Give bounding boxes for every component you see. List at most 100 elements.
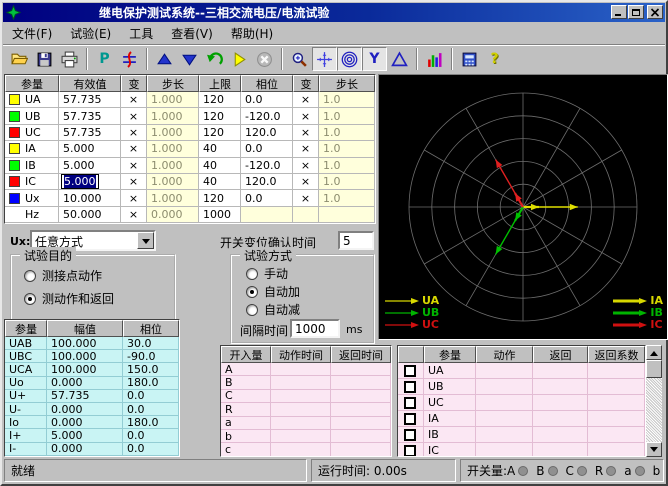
minimize-button[interactable] bbox=[611, 5, 627, 19]
vary2-cell[interactable]: × bbox=[293, 174, 319, 190]
param-row-Hz[interactable]: Hz 50.000 × 0.000 1000 bbox=[5, 207, 375, 223]
wye-button[interactable]: Y bbox=[362, 47, 387, 71]
decrease-button[interactable] bbox=[177, 47, 202, 71]
undo-button[interactable] bbox=[202, 47, 227, 71]
step2-cell[interactable]: 1.0 bbox=[319, 174, 375, 190]
step2-cell[interactable]: 1.0 bbox=[319, 190, 375, 206]
limit-cell[interactable]: 120 bbox=[199, 92, 241, 108]
step2-cell[interactable]: 1.0 bbox=[319, 158, 375, 174]
confirm-time-input[interactable]: 5 bbox=[338, 231, 374, 250]
value-edit-box[interactable]: 5.000 bbox=[61, 174, 99, 189]
scroll-up-button[interactable] bbox=[646, 345, 662, 360]
rms-cell[interactable]: 50.000 bbox=[59, 207, 121, 223]
radio-manual[interactable]: 手动 bbox=[246, 265, 288, 282]
phase-cell[interactable]: 0.0 bbox=[241, 141, 293, 157]
limit-cell[interactable]: 120 bbox=[199, 190, 241, 206]
phase-cell[interactable]: 120.0 bbox=[241, 125, 293, 141]
vary-cell[interactable]: × bbox=[121, 125, 147, 141]
menu-help[interactable]: 帮助(H) bbox=[222, 23, 282, 44]
limit-cell[interactable]: 120 bbox=[199, 125, 241, 141]
vary-cell[interactable]: × bbox=[121, 207, 147, 223]
rms-cell[interactable]: 57.735 bbox=[59, 108, 121, 124]
rms-cell[interactable]: 57.735 bbox=[59, 125, 121, 141]
limit-cell[interactable]: 40 bbox=[199, 174, 241, 190]
chevron-down-icon[interactable] bbox=[137, 232, 154, 249]
help-button[interactable]: ? bbox=[482, 47, 507, 71]
close-button[interactable] bbox=[647, 5, 663, 19]
action-table-scrollbar[interactable] bbox=[646, 345, 662, 457]
vary2-cell[interactable] bbox=[293, 207, 319, 223]
step2-cell[interactable]: 1.0 bbox=[319, 125, 375, 141]
vary-cell[interactable]: × bbox=[121, 92, 147, 108]
rms-cell[interactable]: 5.000 bbox=[59, 141, 121, 157]
param-row-IA[interactable]: IA 5.000 × 1.000 40 0.0 × 1.0 bbox=[5, 141, 375, 157]
step2-cell[interactable]: 1.0 bbox=[319, 108, 375, 124]
rms-cell[interactable]: 57.735 bbox=[59, 92, 121, 108]
select-checkbox[interactable] bbox=[404, 413, 416, 425]
menu-test[interactable]: 试验(E) bbox=[61, 23, 120, 44]
phase-cell[interactable]: 120.0 bbox=[241, 174, 293, 190]
interval-input[interactable]: 1000 bbox=[290, 319, 340, 338]
param-row-UB[interactable]: UB 57.735 × 1.000 120 -120.0 × 1.0 bbox=[5, 108, 375, 124]
radio-auto-decrease[interactable]: 自动减 bbox=[246, 301, 300, 318]
rms-cell[interactable]: 10.000 bbox=[59, 190, 121, 206]
menu-file[interactable]: 文件(F) bbox=[3, 23, 61, 44]
vary-cell[interactable]: × bbox=[121, 141, 147, 157]
limit-cell[interactable]: 120 bbox=[199, 108, 241, 124]
step-cell[interactable]: 1.000 bbox=[147, 190, 199, 206]
step-cell[interactable]: 1.000 bbox=[147, 141, 199, 157]
p-button[interactable]: P bbox=[92, 47, 117, 71]
step-cell[interactable]: 1.000 bbox=[147, 92, 199, 108]
param-row-UC[interactable]: UC 57.735 × 1.000 120 120.0 × 1.0 bbox=[5, 125, 375, 141]
open-button[interactable] bbox=[7, 47, 32, 71]
vary2-cell[interactable]: × bbox=[293, 92, 319, 108]
stop-button[interactable] bbox=[252, 47, 277, 71]
param-row-Ux[interactable]: Ux 10.000 × 1.000 120 0.0 × 1.0 bbox=[5, 190, 375, 206]
scroll-thumb[interactable] bbox=[646, 360, 662, 378]
radio-contact-action[interactable]: 测接点动作 bbox=[24, 267, 102, 284]
param-row-IC[interactable]: IC 5.000 × 1.000 40 120.0 × 1.0 bbox=[5, 174, 375, 190]
step2-cell[interactable]: 1.0 bbox=[319, 92, 375, 108]
rms-cell[interactable]: 5.000 bbox=[59, 174, 121, 190]
rms-cell[interactable]: 5.000 bbox=[59, 158, 121, 174]
axes-button[interactable] bbox=[312, 47, 337, 71]
maximize-button[interactable] bbox=[628, 5, 644, 19]
phase-cell[interactable]: 0.0 bbox=[241, 92, 293, 108]
select-checkbox[interactable] bbox=[404, 397, 416, 409]
save-button[interactable] bbox=[32, 47, 57, 71]
vary-cell[interactable]: × bbox=[121, 158, 147, 174]
phase-cell[interactable]: 0.0 bbox=[241, 190, 293, 206]
vary-cell[interactable]: × bbox=[121, 108, 147, 124]
limit-cell[interactable]: 1000 bbox=[199, 207, 241, 223]
start-button[interactable] bbox=[227, 47, 252, 71]
param-row-IB[interactable]: IB 5.000 × 1.000 40 -120.0 × 1.0 bbox=[5, 158, 375, 174]
limit-cell[interactable]: 40 bbox=[199, 141, 241, 157]
step-cell[interactable]: 1.000 bbox=[147, 125, 199, 141]
step-cell[interactable]: 1.000 bbox=[147, 174, 199, 190]
phase-cell[interactable] bbox=[241, 207, 293, 223]
step-cell[interactable]: 1.000 bbox=[147, 158, 199, 174]
vary2-cell[interactable]: × bbox=[293, 125, 319, 141]
vary2-cell[interactable]: × bbox=[293, 190, 319, 206]
vary-cell[interactable]: × bbox=[121, 190, 147, 206]
limit-cell[interactable]: 40 bbox=[199, 158, 241, 174]
step2-cell[interactable]: 1.0 bbox=[319, 141, 375, 157]
param-row-UA[interactable]: UA 57.735 × 1.000 120 0.0 × 1.0 bbox=[5, 92, 375, 108]
print-button[interactable] bbox=[57, 47, 82, 71]
menu-view[interactable]: 查看(V) bbox=[162, 23, 222, 44]
step-cell[interactable]: 0.000 bbox=[147, 207, 199, 223]
radio-auto-increase[interactable]: 自动加 bbox=[246, 283, 300, 300]
phase-cell[interactable]: -120.0 bbox=[241, 108, 293, 124]
scroll-down-button[interactable] bbox=[646, 442, 662, 457]
menu-tools[interactable]: 工具 bbox=[120, 23, 162, 44]
zoom-button[interactable] bbox=[287, 47, 312, 71]
phase-sequence-button[interactable] bbox=[117, 47, 142, 71]
vary2-cell[interactable]: × bbox=[293, 158, 319, 174]
polar-grid-button[interactable] bbox=[337, 47, 362, 71]
select-checkbox[interactable] bbox=[404, 429, 416, 441]
vary2-cell[interactable]: × bbox=[293, 141, 319, 157]
bar-chart-button[interactable] bbox=[422, 47, 447, 71]
calculator-button[interactable] bbox=[457, 47, 482, 71]
step-cell[interactable]: 1.000 bbox=[147, 108, 199, 124]
select-checkbox[interactable] bbox=[404, 381, 416, 393]
